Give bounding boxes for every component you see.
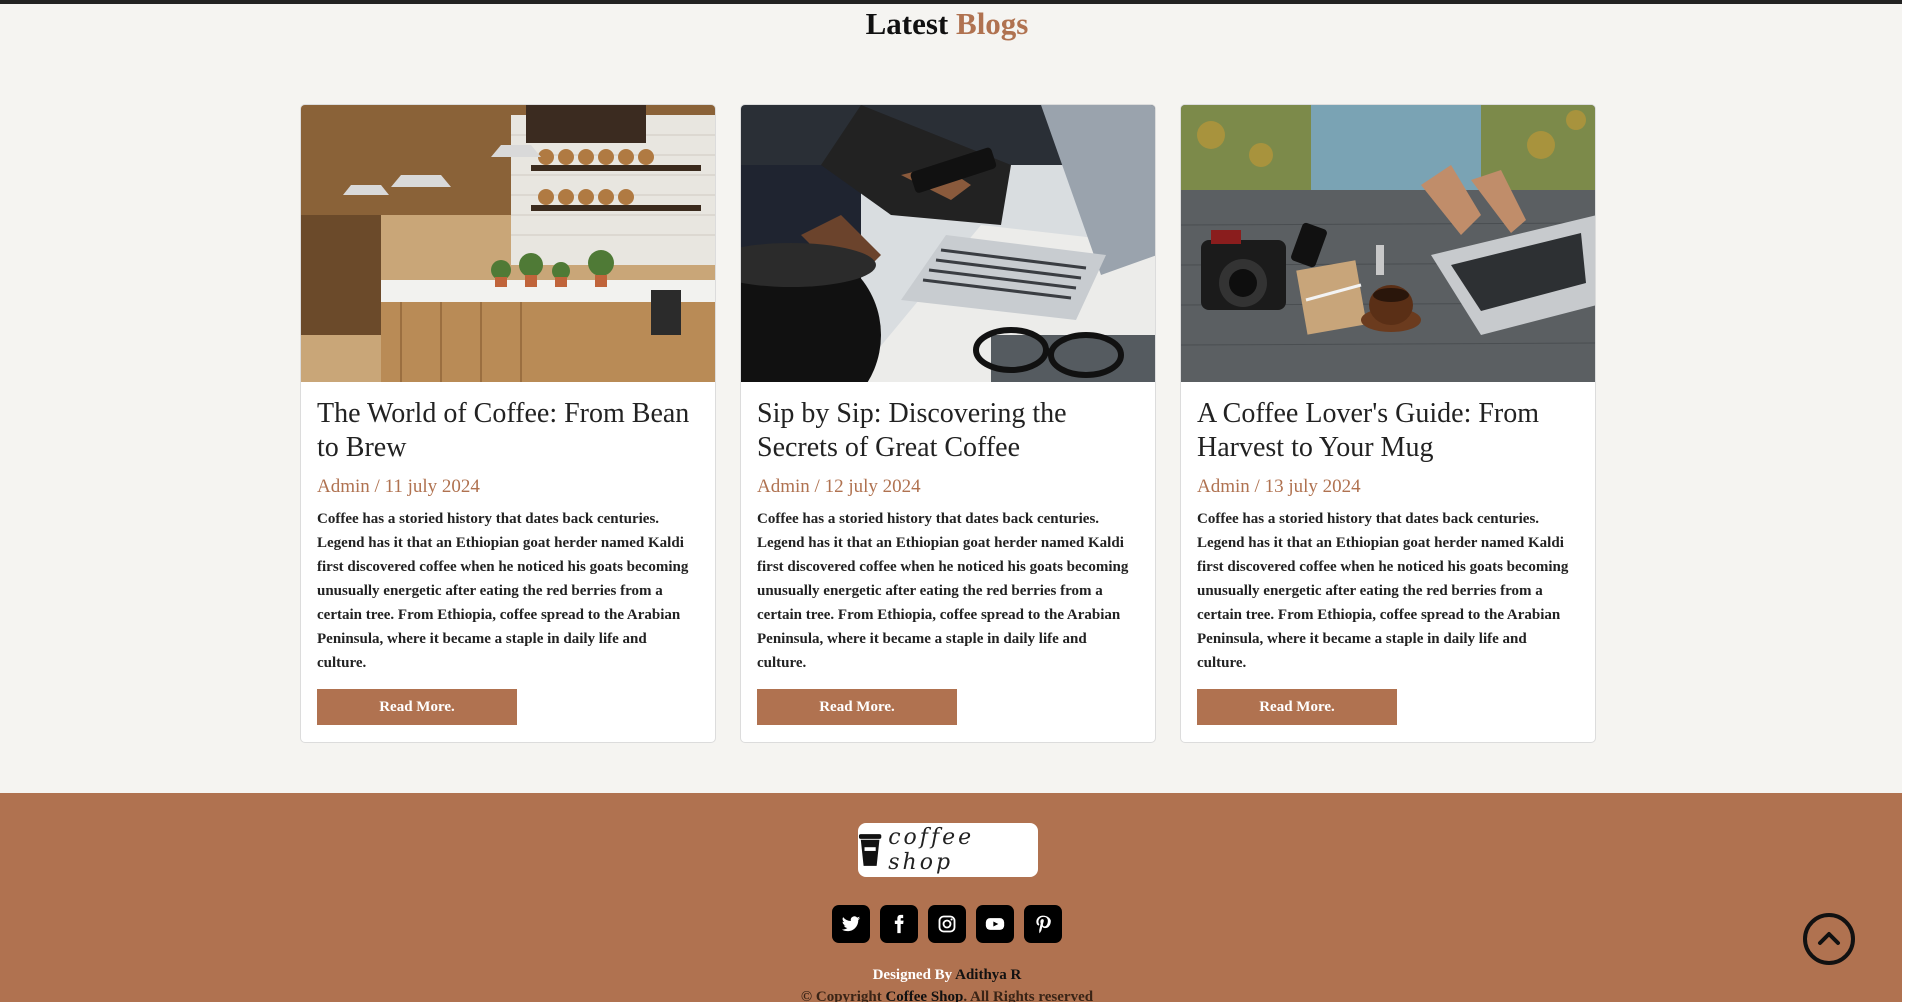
chevron-up-icon bbox=[1818, 932, 1840, 945]
instagram-icon[interactable] bbox=[928, 905, 966, 943]
desk-camera-laptop-illustration bbox=[1181, 105, 1595, 382]
card-title: Sip by Sip: Discovering the Secrets of G… bbox=[757, 398, 1067, 463]
youtube-icon[interactable] bbox=[976, 905, 1014, 943]
card-author: Admin bbox=[317, 476, 370, 497]
copyright-prefix: © Copyright bbox=[800, 989, 882, 1002]
copyright-brand: Coffee Shop bbox=[885, 989, 964, 1002]
site-footer: coffee shop Designed By Adithya R © Copy… bbox=[0, 793, 1902, 1002]
logo-text: coffee shop bbox=[888, 825, 975, 875]
card-author: Admin bbox=[1197, 476, 1250, 497]
cafe-interior-illustration bbox=[301, 105, 715, 382]
read-more-button[interactable]: Read More. bbox=[1197, 689, 1397, 725]
blog-card: Sip by Sip: Discovering the Secrets of G… bbox=[740, 104, 1156, 743]
phone-laptop-illustration bbox=[741, 105, 1155, 382]
card-date: 11 july 2024 bbox=[384, 476, 480, 497]
twitter-icon[interactable] bbox=[832, 905, 870, 943]
scroll-to-top-button[interactable] bbox=[1803, 913, 1855, 965]
desk-camera-laptop-image bbox=[1181, 105, 1595, 382]
blog-card: A Coffee Lover's Guide: From Harvest to … bbox=[1180, 104, 1596, 743]
card-meta: Admin / 12 july 2024 bbox=[757, 476, 921, 497]
section-title-accent: Blogs bbox=[956, 6, 1029, 41]
coffee-cup-icon bbox=[858, 834, 882, 866]
card-title: A Coffee Lover's Guide: From Harvest to … bbox=[1197, 398, 1540, 463]
cafe-interior-image bbox=[301, 105, 715, 382]
designed-by-prefix: Designed By bbox=[872, 967, 953, 983]
card-author: Admin bbox=[757, 476, 810, 497]
card-meta: Admin / 13 july 2024 bbox=[1197, 476, 1361, 497]
card-date: 12 july 2024 bbox=[824, 476, 921, 497]
designed-by: Designed By Adithya R bbox=[0, 967, 1894, 984]
designer-name: Adithya R bbox=[955, 967, 1022, 983]
section-title-main: Latest bbox=[865, 6, 949, 41]
copyright-suffix: . All Rights reserved bbox=[963, 989, 1094, 1002]
copyright: © Copyright Coffee Shop. All Rights rese… bbox=[0, 989, 1894, 1002]
scrollbar-track[interactable] bbox=[1902, 0, 1912, 1002]
read-more-button[interactable]: Read More. bbox=[757, 689, 957, 725]
card-title: The World of Coffee: From Bean to Brew bbox=[317, 398, 690, 463]
card-meta: Admin / 11 july 2024 bbox=[317, 476, 480, 497]
card-excerpt: Coffee has a storied history that dates … bbox=[757, 511, 1129, 671]
card-excerpt: Coffee has a storied history that dates … bbox=[1197, 511, 1569, 671]
top-border bbox=[0, 0, 1912, 4]
pinterest-icon[interactable] bbox=[1024, 905, 1062, 943]
blog-card: The World of Coffee: From Bean to Brew A… bbox=[300, 104, 716, 743]
blog-cards: The World of Coffee: From Bean to Brew A… bbox=[300, 104, 1596, 743]
social-links bbox=[0, 905, 1894, 943]
phone-laptop-image bbox=[741, 105, 1155, 382]
facebook-icon[interactable] bbox=[880, 905, 918, 943]
coffee-shop-logo[interactable]: coffee shop bbox=[858, 823, 1038, 877]
card-excerpt: Coffee has a storied history that dates … bbox=[317, 511, 689, 671]
section-title: Latest Blogs bbox=[0, 6, 1894, 42]
read-more-button[interactable]: Read More. bbox=[317, 689, 517, 725]
card-date: 13 july 2024 bbox=[1264, 476, 1361, 497]
